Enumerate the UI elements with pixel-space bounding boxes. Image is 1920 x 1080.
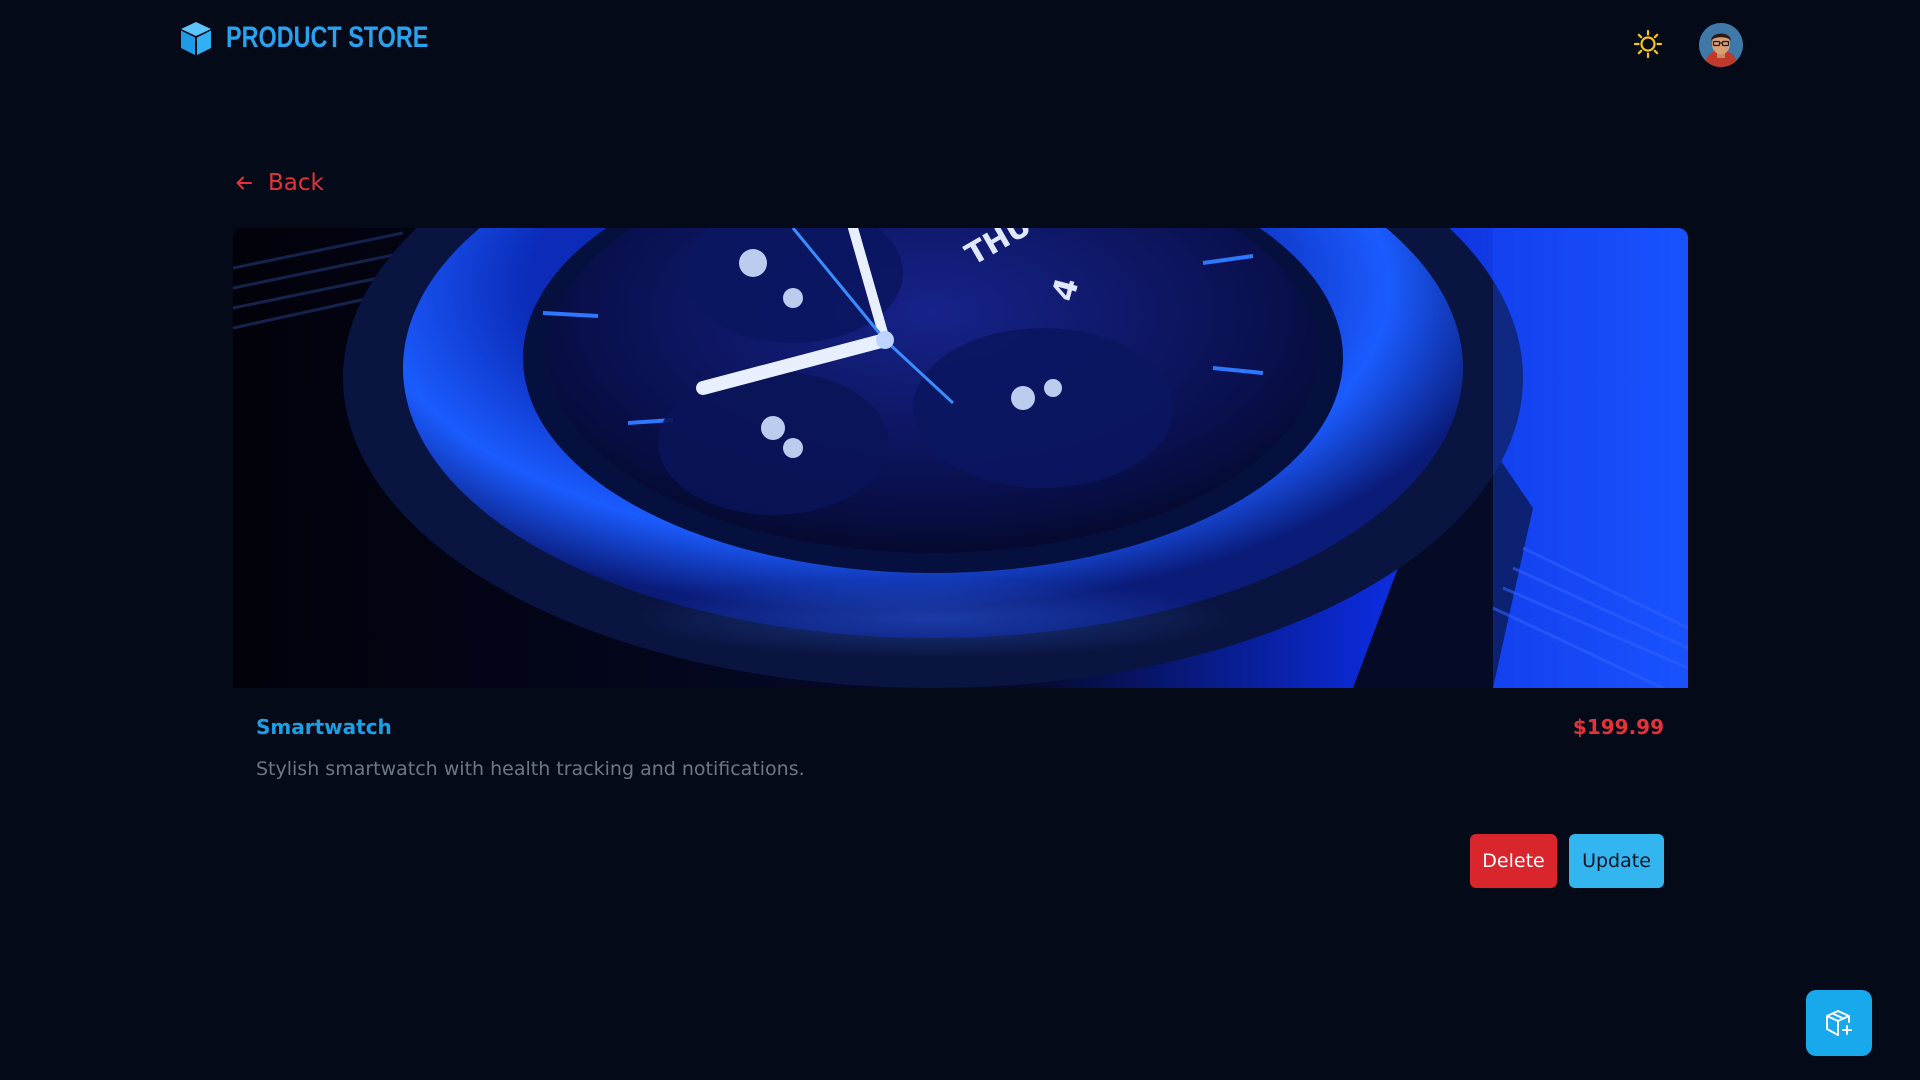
add-product-button[interactable]: [1806, 990, 1872, 1056]
update-button[interactable]: Update: [1569, 834, 1664, 888]
back-label: Back: [268, 170, 324, 196]
brand-logo-link[interactable]: PRODUCT STORE: [176, 18, 485, 58]
product-detail-page: PRODUCT STORE Back THU 4 Smartwatch $199…: [0, 0, 1920, 1080]
cube-icon: [181, 22, 211, 55]
product-description: Stylish smartwatch with health tracking …: [256, 758, 805, 780]
sun-icon: [1633, 29, 1663, 59]
arrow-left-icon: [236, 176, 252, 190]
product-image: THU 4: [233, 228, 1688, 688]
user-avatar[interactable]: [1699, 23, 1743, 67]
theme-toggle-button[interactable]: [1632, 28, 1664, 60]
avatar-image: [1699, 23, 1743, 67]
product-name: Smartwatch: [256, 715, 392, 739]
delete-button[interactable]: Delete: [1470, 834, 1557, 888]
brand-name: PRODUCT STORE: [226, 21, 429, 54]
add-package-icon: [1826, 1010, 1852, 1036]
back-link[interactable]: Back: [234, 170, 324, 196]
smartwatch-image: THU 4: [233, 228, 1688, 688]
app-header: PRODUCT STORE: [0, 0, 1920, 80]
product-price: $199.99: [1572, 715, 1664, 739]
